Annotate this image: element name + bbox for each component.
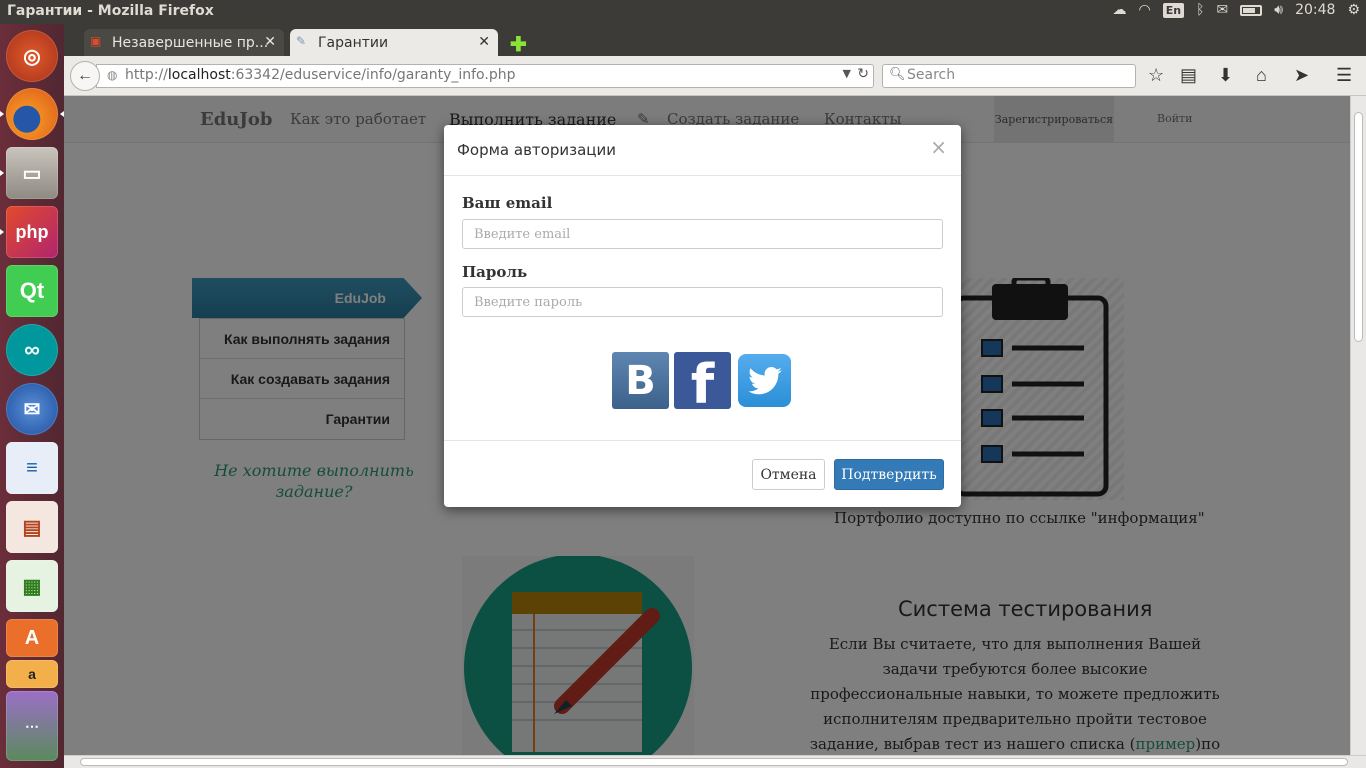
arduino-icon[interactable]: ∞ — [6, 324, 58, 376]
mail-icon[interactable]: ✉ — [1217, 2, 1229, 18]
vk-login-button[interactable]: В — [612, 352, 669, 409]
navigation-toolbar: ◍ http://localhost:63342/eduservice/info… — [64, 56, 1366, 96]
clock[interactable]: 20:48 — [1295, 2, 1335, 18]
twitter-bird-icon — [747, 366, 782, 394]
system-top-panel: Гарантии - Mozilla Firefox ☁ ◠ En ᛒ ✉ 🔊︎… — [0, 0, 1366, 24]
page-favicon-icon: ✎ — [296, 34, 307, 48]
qt-creator-icon[interactable]: Qt — [6, 265, 58, 317]
tab-label: Незавершенные пр... — [112, 34, 269, 51]
confirm-button[interactable]: Подтвердить — [834, 459, 944, 490]
files-icon[interactable]: ▭ — [6, 147, 58, 199]
back-arrow-icon: ← — [77, 67, 93, 84]
horizontal-scrollbar[interactable] — [64, 755, 1366, 768]
vertical-scrollbar[interactable] — [1350, 96, 1366, 755]
cancel-button[interactable]: Отмена — [752, 459, 825, 490]
vk-icon: В — [625, 357, 656, 404]
home-icon[interactable]: ⌂ — [1256, 65, 1267, 86]
download-icon[interactable]: ⬇ — [1218, 65, 1233, 86]
tab-bar: ▣ Незавершенные пр... ✕ ✎ Гарантии ✕ ✚ — [64, 24, 1366, 56]
email-field[interactable] — [462, 219, 943, 249]
window-title: Гарантии - Mozilla Firefox — [7, 3, 214, 19]
reading-list-icon[interactable]: ▤ — [1180, 65, 1197, 86]
twitter-login-button[interactable] — [738, 354, 791, 407]
ubuntu-software-icon[interactable]: A — [6, 619, 58, 657]
new-tab-plus-icon[interactable]: ✚ — [510, 32, 527, 57]
close-icon[interactable]: ✕ — [478, 34, 490, 50]
close-icon[interactable]: ✕ — [264, 34, 276, 50]
firefox-icon[interactable] — [6, 88, 58, 140]
gear-icon[interactable]: ⚙ — [1347, 2, 1360, 18]
back-button[interactable]: ← — [70, 61, 100, 91]
facebook-login-button[interactable]: f — [674, 352, 731, 416]
bookmark-star-icon[interactable]: ☆ — [1148, 65, 1164, 86]
email-label: Ваш email — [462, 194, 553, 212]
modal-footer: Отмена Подтвердить — [444, 440, 961, 507]
scrollbar-thumb[interactable] — [1354, 112, 1363, 342]
ubuntu-dash-icon[interactable]: ◎ — [6, 30, 58, 82]
facebook-icon: f — [690, 353, 715, 416]
firefox-window: ▣ Незавершенные пр... ✕ ✎ Гарантии ✕ ✚ ◍… — [64, 24, 1366, 768]
search-input[interactable]: 🔍︎ Search — [882, 64, 1136, 88]
tab-unfinished[interactable]: ▣ Незавершенные пр... ✕ — [84, 29, 284, 56]
bluetooth-icon[interactable]: ᛒ — [1196, 2, 1204, 18]
modal-title: Форма авторизации — [457, 141, 616, 159]
thunderbird-icon[interactable]: ✉ — [6, 383, 58, 435]
unity-launcher: ◎ ▭ php Qt ∞ ✉ ≡ ▤ ▦ A a ⋯ — [0, 24, 64, 768]
page-viewport: EduJob Как это работает Выполнить задани… — [64, 96, 1350, 755]
close-icon[interactable]: × — [930, 135, 947, 159]
writer-icon[interactable]: ≡ — [6, 442, 58, 494]
menu-icon[interactable]: ☰ — [1336, 65, 1352, 86]
more-apps-icon[interactable]: ⋯ — [6, 691, 58, 761]
impress-icon[interactable]: ▤ — [6, 501, 58, 553]
amazon-icon[interactable]: a — [6, 660, 58, 688]
password-field[interactable] — [462, 287, 943, 317]
scrollbar-thumb[interactable] — [80, 758, 1348, 766]
wifi-icon[interactable]: ◠ — [1139, 2, 1151, 18]
tab-label: Гарантии — [318, 34, 389, 51]
url-bar[interactable]: ◍ http://localhost:63342/eduservice/info… — [96, 64, 874, 88]
phpstorm-favicon-icon: ▣ — [90, 34, 102, 48]
keyboard-layout-indicator[interactable]: En — [1162, 2, 1185, 18]
modal-header: Форма авторизации × — [444, 125, 961, 176]
volume-icon[interactable]: 🔊︎ — [1274, 2, 1283, 18]
dropdown-arrow-icon[interactable]: ▼ — [843, 67, 851, 80]
battery-icon[interactable] — [1240, 4, 1263, 16]
send-icon[interactable]: ➤ — [1294, 65, 1309, 86]
password-label: Пароль — [462, 263, 528, 281]
phpstorm-icon[interactable]: php — [6, 206, 58, 258]
search-icon: 🔍︎ — [889, 67, 906, 82]
cloud-icon[interactable]: ☁ — [1113, 2, 1127, 18]
calc-icon[interactable]: ▦ — [6, 560, 58, 612]
reload-icon[interactable]: ↻ — [857, 66, 869, 82]
tab-guarantees[interactable]: ✎ Гарантии ✕ — [290, 29, 498, 56]
globe-icon: ◍ — [107, 68, 118, 82]
login-modal: Форма авторизации × Ваш email Пароль В f… — [444, 125, 961, 507]
